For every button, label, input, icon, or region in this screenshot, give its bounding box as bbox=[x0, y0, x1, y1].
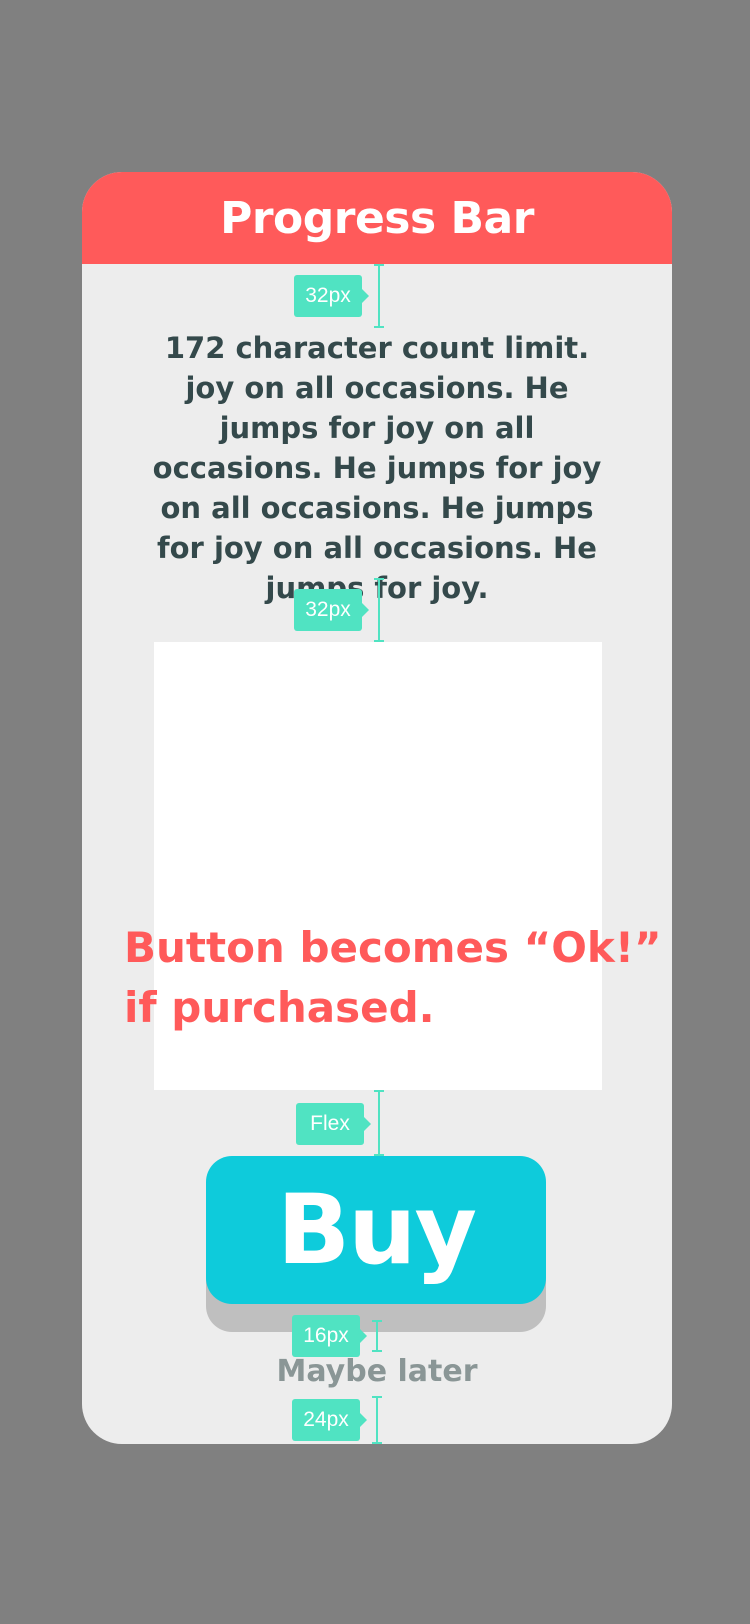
spacing-marker-label: Flex bbox=[296, 1103, 371, 1145]
designer-note: Button becomes “Ok!” if purchased. bbox=[124, 918, 724, 1038]
dialog-header: Progress Bar bbox=[82, 172, 672, 264]
buy-button[interactable]: Buy bbox=[206, 1156, 546, 1304]
maybe-later-link[interactable]: Maybe later bbox=[82, 1354, 672, 1389]
spacing-marker-line bbox=[374, 578, 384, 642]
body-text: 172 character count limit. joy on all oc… bbox=[152, 331, 602, 605]
spacing-marker-line bbox=[372, 1396, 382, 1444]
dialog-card: Progress Bar 172 character count limit. … bbox=[82, 172, 672, 1444]
spacing-marker-line bbox=[372, 1320, 382, 1352]
spacing-marker-label: 16px bbox=[292, 1315, 367, 1357]
spacing-marker-line bbox=[374, 1090, 384, 1156]
designer-note-line-2: if purchased. bbox=[124, 983, 435, 1032]
spacing-marker-label: 32px bbox=[294, 589, 369, 631]
spacing-marker-label: 32px bbox=[294, 275, 369, 317]
spacing-marker-label: 24px bbox=[292, 1399, 367, 1441]
dialog-title: Progress Bar bbox=[220, 192, 534, 244]
designer-note-line-1: Button becomes “Ok!” bbox=[124, 923, 662, 972]
spacing-marker-line bbox=[374, 264, 384, 328]
